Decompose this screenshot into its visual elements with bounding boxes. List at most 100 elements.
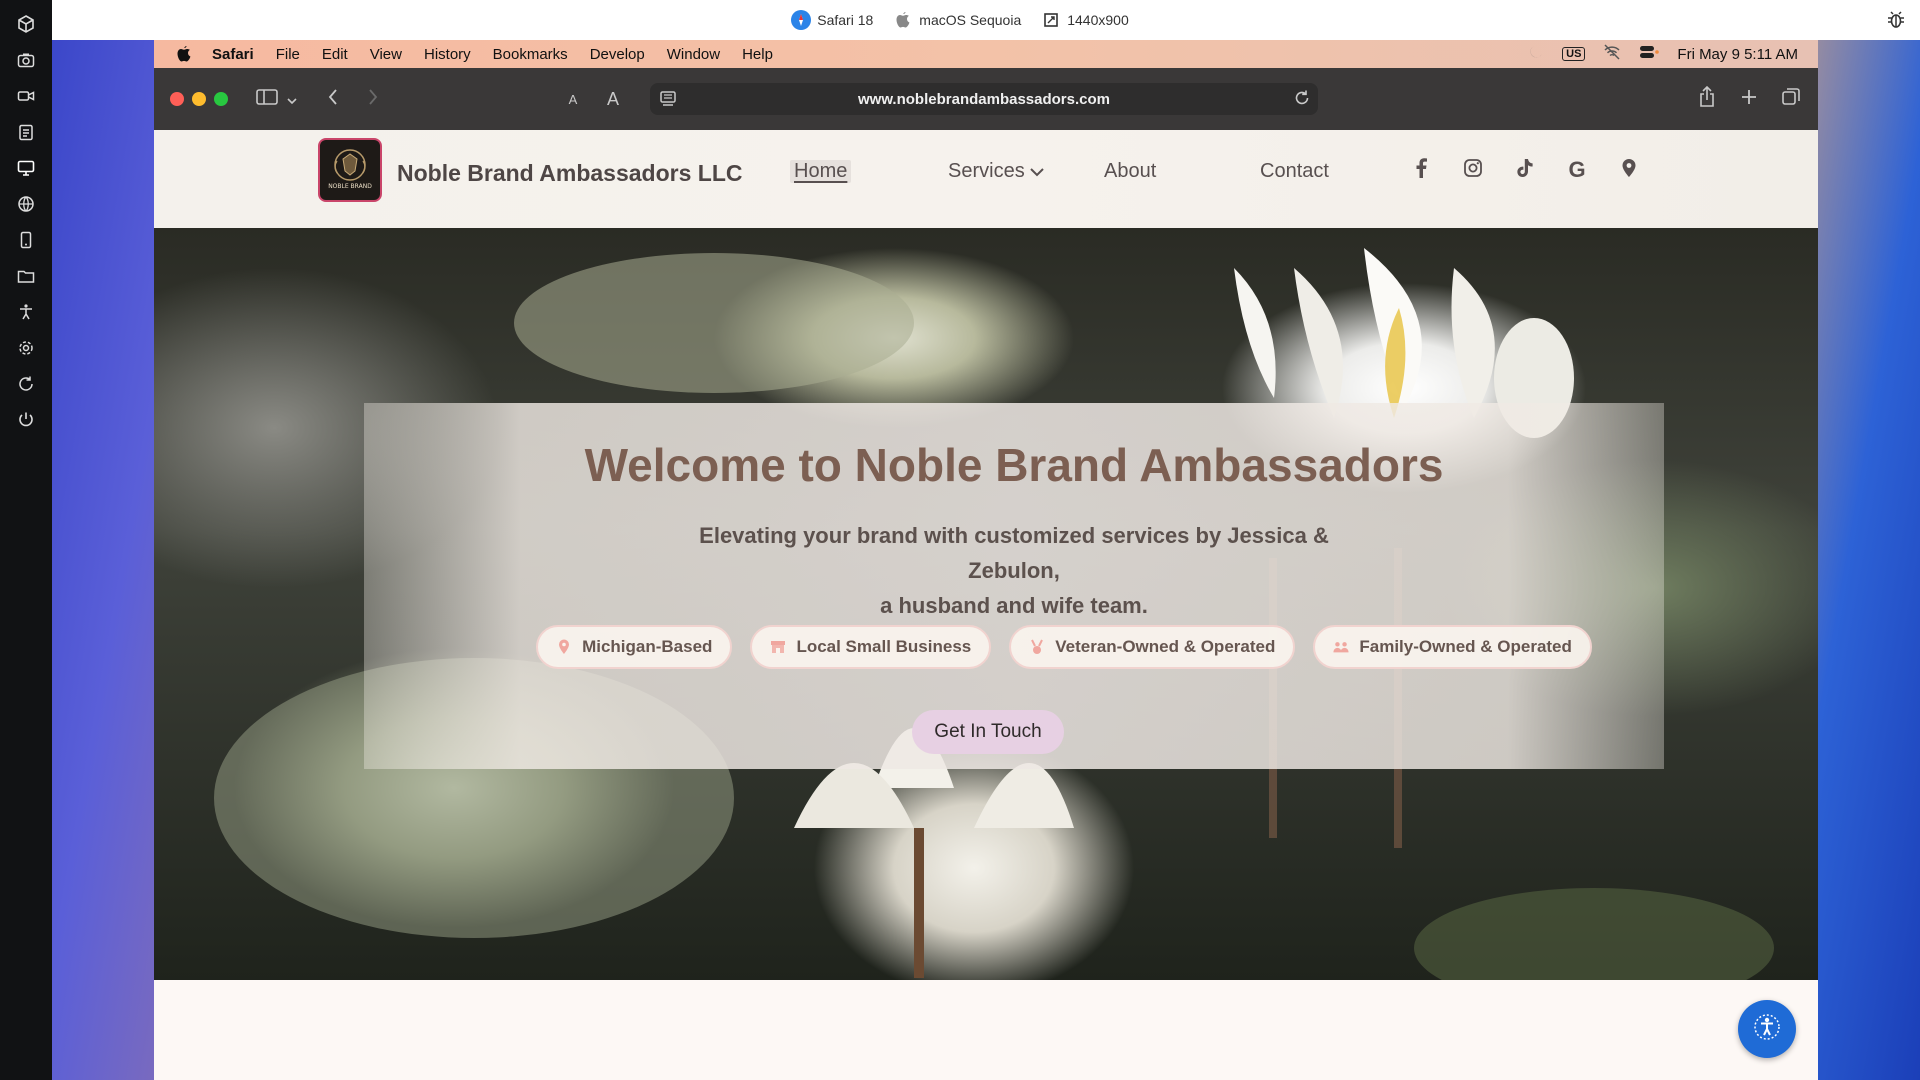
screenshot-tool-button[interactable] [8,44,44,80]
clipboard-icon [17,123,35,145]
record-tool-button[interactable] [8,80,44,116]
menu-develop[interactable]: Develop [590,46,645,63]
plus-icon [1740,88,1758,110]
power-tool-button[interactable] [8,404,44,440]
back-button[interactable] [318,84,348,114]
increase-text-button[interactable]: A [598,84,628,114]
logs-tool-button[interactable] [8,116,44,152]
menu-file[interactable]: File [276,46,300,63]
share-icon [1698,85,1716,112]
menubar-clock[interactable]: Fri May 9 5:11 AM [1677,46,1798,63]
gear-icon [17,339,35,361]
site-header: NOBLE BRAND Noble Brand Ambassadors LLC … [154,130,1818,228]
sync-tool-button[interactable] [8,368,44,404]
badge-label: Local Small Business [796,637,972,656]
menu-window[interactable]: Window [667,46,720,63]
facebook-icon [1415,158,1427,182]
trust-badges: Michigan-Based Local Small Business Vete… [514,625,1614,669]
network-tool-button[interactable] [8,188,44,224]
nav-link-home[interactable]: Home [790,160,852,183]
remote-session-info-bar: Safari 18 macOS Sequoia 1440x900 [0,0,1920,40]
settings-tool-button[interactable] [8,332,44,368]
badge-label: Michigan-Based [582,637,713,656]
folder-icon [17,267,35,289]
menu-help[interactable]: Help [742,46,773,63]
site-logo[interactable]: NOBLE BRAND [318,138,382,202]
instagram-link[interactable] [1461,158,1485,182]
chevron-left-icon [327,88,339,110]
moon-icon[interactable] [1528,44,1544,64]
files-tool-button[interactable] [8,260,44,296]
forward-button[interactable] [358,84,388,114]
sidebar-toggle-button[interactable] [252,84,282,114]
menu-bookmarks[interactable]: Bookmarks [493,46,568,63]
site-name[interactable]: Noble Brand Ambassadors LLC [397,160,742,187]
chevron-down-icon [1029,166,1045,178]
instagram-icon [1463,158,1483,182]
monitor-icon [17,159,35,181]
nav-link-services[interactable]: Services [948,160,1045,183]
menu-view[interactable]: View [370,46,402,63]
menu-edit[interactable]: Edit [322,46,348,63]
badge-veteran-owned: Veteran-Owned & Operated [1009,625,1296,669]
browser-info: Safari 18 [791,10,873,30]
refresh-icon [17,375,35,397]
badge-label: Veteran-Owned & Operated [1055,637,1276,656]
new-tab-button[interactable] [1734,84,1764,114]
camera-icon [17,51,35,73]
tiktok-link[interactable] [1513,158,1537,182]
os-version-label: macOS Sequoia [919,12,1022,28]
logo-text: NOBLE BRAND [328,183,372,190]
cube-icon [17,15,35,37]
social-links: G [1409,157,1669,182]
nav-link-contact[interactable]: Contact [1260,160,1329,183]
hero-subtitle-line-1: Elevating your brand with customized ser… [699,523,1329,583]
share-button[interactable] [1692,84,1722,114]
safari-icon [791,10,812,30]
remote-tool-sidebar [0,0,52,1080]
google-link[interactable]: G [1565,157,1589,182]
tab-overview-button[interactable] [1776,84,1806,114]
url-text[interactable]: www.noblebrandambassadors.com [858,91,1110,108]
control-center-icon[interactable] [1639,44,1660,64]
menu-history[interactable]: History [424,46,471,63]
tabs-overview-icon [1781,87,1801,111]
get-in-touch-button[interactable]: Get In Touch [912,710,1064,754]
menu-app-safari[interactable]: Safari [212,46,254,63]
minimize-window-button[interactable] [192,92,206,106]
apple-icon [893,10,913,30]
location-link[interactable] [1617,158,1641,182]
accessibility-icon [17,303,35,325]
bug-icon[interactable] [1886,10,1906,30]
home-tool-button[interactable] [8,8,44,44]
phone-icon [17,231,35,253]
address-bar[interactable]: www.noblebrandambassadors.com [650,83,1318,115]
tab-group-dropdown[interactable] [282,84,302,114]
browser-version-label: Safari 18 [817,12,874,28]
menubar-status-area: US Fri May 9 5:11 AM [1510,44,1798,64]
nav-services-label: Services [948,160,1025,182]
map-pin-icon [556,639,572,655]
power-icon [17,411,35,433]
decrease-text-button[interactable]: A [558,84,588,114]
device-tool-button[interactable] [8,224,44,260]
google-icon: G [1568,157,1586,182]
facebook-link[interactable] [1409,158,1433,182]
display-tool-button[interactable] [8,152,44,188]
accessibility-widget-button[interactable] [1738,1000,1796,1058]
accessibility-icon [1751,1011,1783,1047]
toolbar-right-actions [1680,84,1806,114]
apple-menu-icon[interactable] [176,45,196,63]
resize-icon [1041,10,1061,30]
window-controls [170,92,228,106]
input-source-badge[interactable]: US [1562,47,1586,61]
zoom-window-button[interactable] [214,92,228,106]
map-pin-icon [1621,158,1637,182]
wifi-off-icon[interactable] [1603,44,1621,64]
reload-icon[interactable] [1292,88,1312,112]
nav-link-about[interactable]: About [1104,160,1156,183]
sidebar-icon [256,88,278,110]
close-window-button[interactable] [170,92,184,106]
page-menu-icon[interactable] [658,89,678,113]
accessibility-tool-button[interactable] [8,296,44,332]
